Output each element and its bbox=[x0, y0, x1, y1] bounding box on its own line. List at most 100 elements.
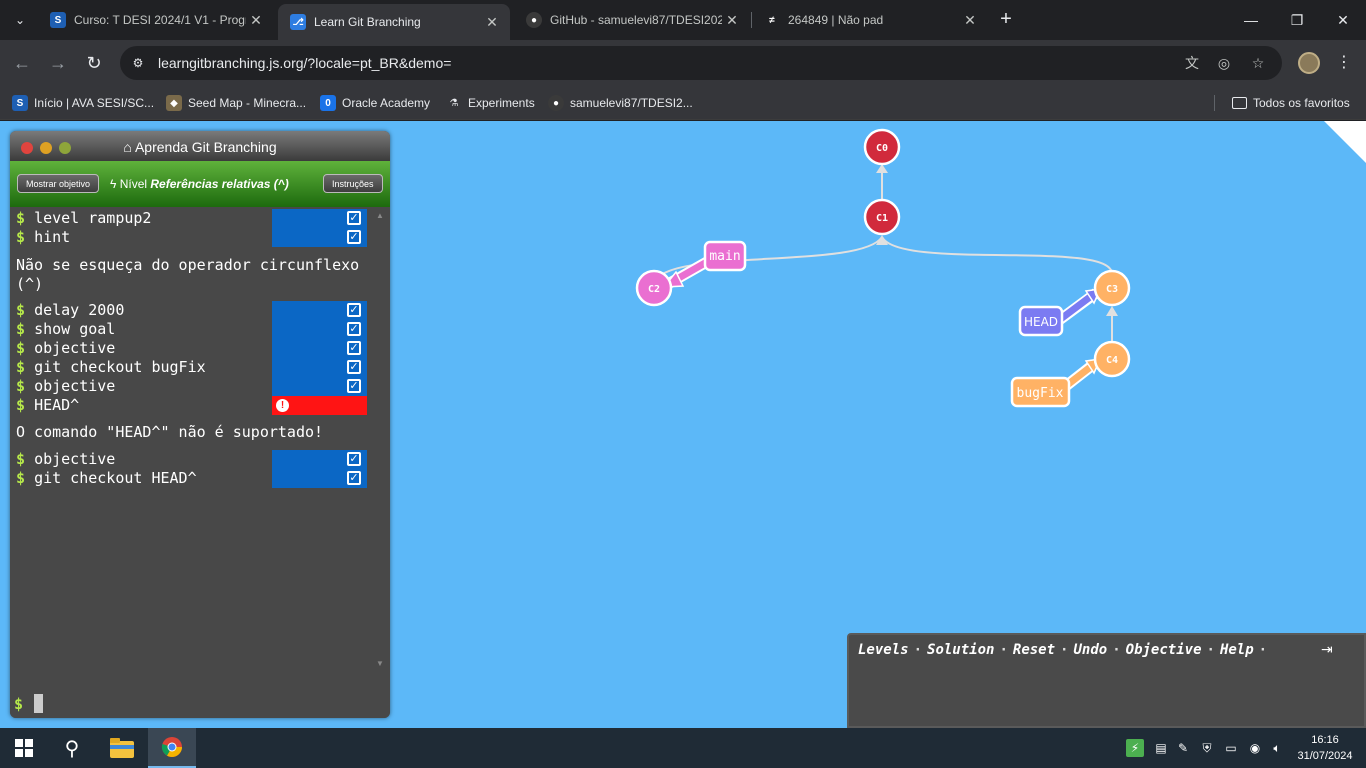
status-ok: ✓ bbox=[272, 301, 367, 320]
back-icon[interactable]: ← bbox=[10, 51, 34, 75]
beecrowd-icon: ≠ bbox=[769, 14, 775, 26]
search-icon[interactable]: ⚲ bbox=[48, 728, 96, 768]
oracle-icon: 0 bbox=[320, 95, 336, 111]
profile-avatar[interactable] bbox=[1298, 52, 1320, 74]
bookmark-experiments[interactable]: ⚗ Experiments bbox=[446, 93, 535, 113]
status-ok: ✓ bbox=[272, 209, 367, 228]
clock-time: 16:16 bbox=[1311, 734, 1339, 746]
terminal-line: $ HEAD^ bbox=[16, 396, 80, 414]
instructions-button[interactable]: Instruções bbox=[323, 174, 383, 193]
git-branching-favicon-icon: ⎇ bbox=[290, 14, 306, 30]
terminal-line: $ objective bbox=[16, 377, 116, 395]
reload-icon[interactable]: ↻ bbox=[82, 51, 106, 75]
help-link[interactable]: Help bbox=[1220, 642, 1254, 658]
bookmark-oracle-academy[interactable]: 0 Oracle Academy bbox=[320, 93, 430, 113]
all-bookmarks-folder[interactable]: Todos os favoritos bbox=[1232, 93, 1350, 113]
terminal-title: Aprenda Git Branching bbox=[134, 139, 277, 155]
menu-dots-icon[interactable]: ⋮ bbox=[1336, 52, 1352, 74]
check-icon: ✓ bbox=[347, 230, 361, 244]
maximize-light-icon[interactable] bbox=[59, 142, 71, 154]
command-links: Levels · Solution · Reset · Undo · Objective · Hel… bbox=[858, 642, 1268, 658]
commit-c0[interactable]: C0 bbox=[863, 128, 901, 166]
reset-link[interactable]: Reset bbox=[1013, 642, 1055, 658]
arrow-head bbox=[1106, 306, 1118, 316]
network-icon[interactable]: ▭ bbox=[1222, 739, 1240, 757]
solution-link[interactable]: Solution bbox=[927, 642, 994, 658]
bookmark-github-repo[interactable]: ● samuelevi87/TDESI2... bbox=[548, 93, 693, 113]
bookmark-label: Início | AVA SESI/SC... bbox=[34, 96, 155, 110]
forward-icon[interactable]: → bbox=[46, 51, 70, 75]
levels-link[interactable]: Levels bbox=[858, 642, 909, 658]
terminal-line: $ git checkout bugFix bbox=[16, 358, 206, 376]
translate-icon[interactable]: 文 bbox=[1182, 54, 1202, 72]
branch-head-label[interactable]: HEAD bbox=[1018, 305, 1064, 337]
restore-button[interactable]: ❐ bbox=[1274, 0, 1320, 40]
seed-map-icon: ◆ bbox=[166, 95, 182, 111]
check-icon: ✓ bbox=[347, 303, 361, 317]
svg-text:C2: C2 bbox=[648, 284, 660, 295]
check-icon: ✓ bbox=[347, 211, 361, 225]
bookmark-ava-sesi[interactable]: S Início | AVA SESI/SC... bbox=[12, 93, 154, 113]
command-input[interactable] bbox=[34, 694, 43, 713]
tab-curso[interactable]: S Curso: T DESI 2024/1 V1 - Progr ✕ bbox=[38, 0, 274, 40]
address-bar[interactable]: ⚙ learngitbranching.js.org/?locale=pt_BR… bbox=[120, 46, 1282, 80]
branch-bugfix-label[interactable]: bugFix bbox=[1010, 376, 1071, 408]
tab-title: Learn Git Branching bbox=[314, 15, 421, 29]
pen-icon[interactable]: ✎ bbox=[1174, 739, 1192, 757]
site-info-icon[interactable]: ⚙ bbox=[130, 55, 146, 71]
notification-badge-icon[interactable]: ▤ bbox=[1152, 739, 1170, 757]
eye-tray-icon[interactable]: ◉ bbox=[1246, 739, 1264, 757]
exit-icon[interactable]: ⇥ bbox=[1321, 641, 1333, 658]
minimize-light-icon[interactable] bbox=[40, 142, 52, 154]
close-window-button[interactable]: ✕ bbox=[1320, 0, 1366, 40]
new-tab-button[interactable]: + bbox=[994, 8, 1018, 32]
status-ok: ✓ bbox=[272, 320, 367, 339]
tab-search-button[interactable]: ⌄ bbox=[8, 8, 32, 32]
volume-icon[interactable]: 🔈︎ bbox=[1268, 739, 1286, 757]
bookmark-label: Oracle Academy bbox=[342, 96, 431, 110]
close-icon[interactable]: ✕ bbox=[482, 14, 502, 31]
check-icon: ✓ bbox=[347, 379, 361, 393]
svg-text:C3: C3 bbox=[1106, 284, 1118, 295]
commit-c2[interactable]: C2 bbox=[635, 269, 673, 307]
commit-c3[interactable]: C3 bbox=[1093, 269, 1131, 307]
commit-c1[interactable]: C1 bbox=[863, 198, 901, 236]
close-icon[interactable]: ✕ bbox=[722, 12, 742, 29]
bookmark-seed-map[interactable]: ◆ Seed Map - Minecra... bbox=[166, 93, 306, 113]
close-light-icon[interactable] bbox=[21, 142, 33, 154]
show-goal-button[interactable]: Mostrar objetivo bbox=[17, 174, 100, 193]
close-icon[interactable]: ✕ bbox=[960, 12, 980, 29]
terminal-line: $ show goal bbox=[16, 320, 116, 338]
edge-c3-c1 bbox=[881, 236, 1113, 275]
windows-start-icon[interactable] bbox=[0, 728, 48, 768]
github-icon: ● bbox=[526, 12, 542, 28]
check-icon: ✓ bbox=[347, 452, 361, 466]
tab-learn-git-branching[interactable]: ⎇ Learn Git Branching ✕ bbox=[278, 4, 510, 40]
system-clock[interactable]: 16:16 31/07/2024 bbox=[1290, 732, 1360, 764]
tab-264849[interactable]: ≠ 264849 | Não pad ✕ bbox=[752, 0, 988, 40]
browser-toolbar: ← → ↻ ⚙ learngitbranching.js.org/?locale… bbox=[0, 40, 1366, 86]
tab-github[interactable]: ● GitHub - samuelevi87/TDESI2024 ✕ bbox=[514, 0, 750, 40]
bookmark-label: Experiments bbox=[468, 96, 535, 110]
chrome-taskbar-icon[interactable] bbox=[148, 728, 196, 768]
scroll-down-icon[interactable]: ▼ bbox=[376, 659, 384, 668]
commit-c4[interactable]: C4 bbox=[1093, 340, 1131, 378]
level-info: ϟ Nível Referências relativas (^) bbox=[110, 177, 289, 191]
bookmark-star-icon[interactable]: ☆ bbox=[1248, 54, 1268, 72]
terminal-output[interactable]: ▲ ▼ $ level rampup2 ✓ $ hint ✓ Não se es… bbox=[10, 207, 390, 718]
objective-link[interactable]: Objective bbox=[1126, 642, 1202, 658]
close-icon[interactable]: ✕ bbox=[246, 12, 266, 29]
status-ok: ✓ bbox=[272, 358, 367, 377]
security-icon[interactable]: ⛨ bbox=[1198, 739, 1216, 757]
windows-taskbar: ⚲ ⚡ ▤ ✎ ⛨ ▭ ◉ 🔈︎ 16:16 31/07/2024 bbox=[0, 728, 1366, 768]
branch-main-label[interactable]: main bbox=[703, 240, 747, 272]
tray-app-icon[interactable]: ⚡ bbox=[1126, 739, 1144, 757]
minimize-button[interactable]: — bbox=[1228, 0, 1274, 40]
page-canvas: C0 C1 C2 C3 C4 main HEAD bugFix ⌂ Aprend… bbox=[0, 121, 1366, 728]
file-explorer-icon[interactable] bbox=[98, 728, 146, 768]
terminal-line: $ objective bbox=[16, 339, 116, 357]
undo-link[interactable]: Undo bbox=[1073, 642, 1107, 658]
eye-off-icon[interactable]: ◎ bbox=[1214, 54, 1234, 72]
scroll-up-icon[interactable]: ▲ bbox=[376, 211, 384, 220]
arrow-head bbox=[876, 235, 888, 245]
